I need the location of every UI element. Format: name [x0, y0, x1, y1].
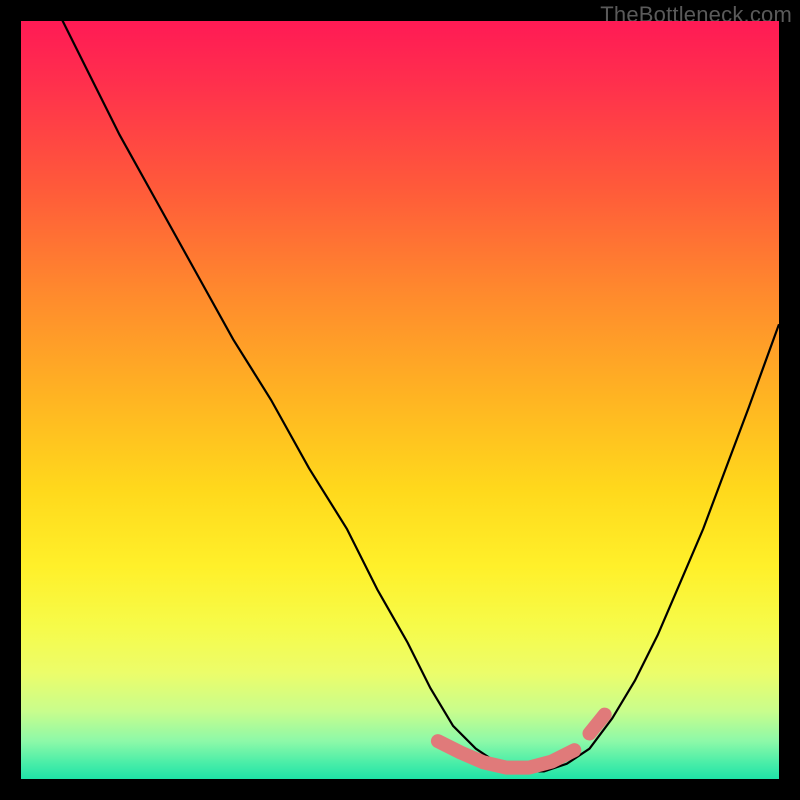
highlight-overlay: [21, 21, 779, 779]
highlight-right-segment: [590, 715, 605, 734]
plot-area: [21, 21, 779, 779]
chart-stage: TheBottleneck.com: [0, 0, 800, 800]
highlight-bottom: [438, 741, 574, 768]
